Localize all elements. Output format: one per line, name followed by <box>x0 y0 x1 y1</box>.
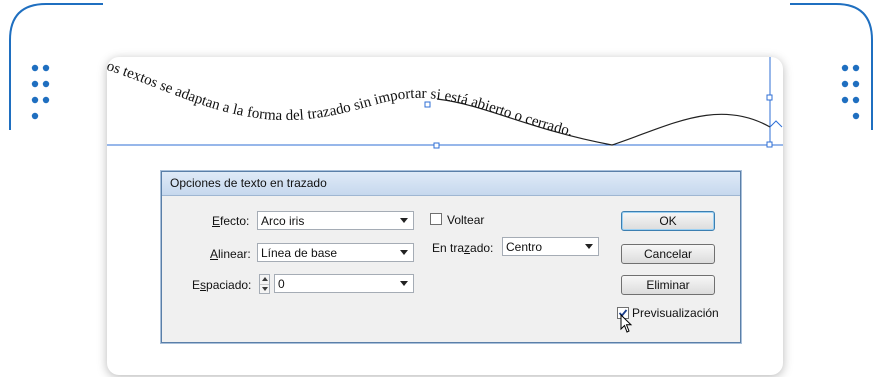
chevron-down-icon <box>400 250 408 255</box>
voltear-label: Voltear <box>447 213 485 227</box>
espaciado-label: Espaciado: <box>192 278 252 292</box>
end-bracket-icon <box>769 120 783 128</box>
chevron-down-icon <box>585 244 593 249</box>
chevron-down-icon <box>400 281 408 286</box>
en-trazado-value: Centro <box>506 240 543 254</box>
stepper-up-button[interactable] <box>260 275 269 285</box>
efecto-value: Arco iris <box>261 214 305 228</box>
text-on-path-dialog: Opciones de texto en trazado Efecto: Arc… <box>161 171 741 343</box>
path-text: Los textos se adaptan a la forma del tra… <box>107 57 574 140</box>
anchor-handle[interactable] <box>766 94 773 101</box>
ok-button[interactable]: OK <box>621 211 715 231</box>
dialog-title: Opciones de texto en trazado <box>162 172 740 196</box>
espaciado-stepper[interactable] <box>259 274 270 294</box>
efecto-label: Efecto: <box>212 214 250 228</box>
anchor-handle[interactable] <box>766 141 773 148</box>
en-trazado-label: En trazado: <box>432 241 494 255</box>
path-canvas: Los textos se adaptan a la forma del tra… <box>107 57 783 149</box>
efecto-select[interactable]: Arco iris <box>257 211 414 230</box>
chevron-down-icon <box>400 218 408 223</box>
anchor-handle[interactable] <box>424 101 431 108</box>
anchor-handle[interactable] <box>433 142 440 149</box>
alinear-label: Alinear: <box>210 247 251 261</box>
preview-label: Previsualización <box>632 306 719 320</box>
alinear-select[interactable]: Línea de base <box>257 243 414 262</box>
cancel-button[interactable]: Cancelar <box>621 244 715 264</box>
screenshot-card: Los textos se adaptan a la forma del tra… <box>107 57 783 375</box>
en-trazado-select[interactable]: Centro <box>502 237 599 256</box>
delete-button[interactable]: Eliminar <box>621 275 715 295</box>
dot-grid-left <box>31 64 50 120</box>
stepper-down-button[interactable] <box>260 285 269 294</box>
espaciado-value: 0 <box>278 277 285 291</box>
mouse-cursor-icon <box>620 314 633 333</box>
alinear-value: Línea de base <box>261 246 338 260</box>
dot-grid-right <box>841 64 860 120</box>
espaciado-input[interactable]: 0 <box>274 274 414 293</box>
voltear-checkbox[interactable] <box>430 213 442 225</box>
